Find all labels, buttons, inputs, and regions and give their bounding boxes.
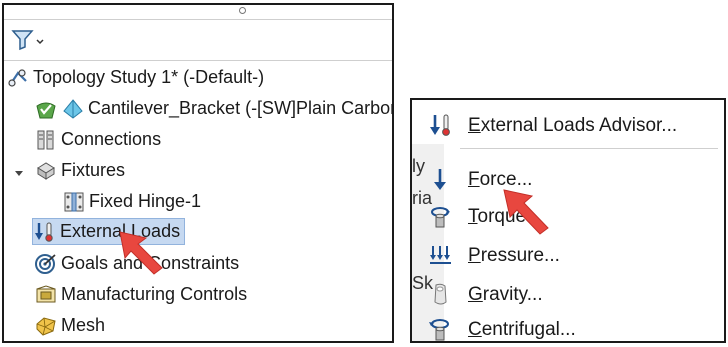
- menu-item-label: Pressure...: [468, 245, 560, 266]
- menu-item-label: Gravity...: [468, 284, 543, 305]
- menu-item-label: Force...: [468, 169, 533, 190]
- tree-item-connections[interactable]: Connections: [34, 126, 161, 153]
- menu-item-label: Torque...: [468, 206, 542, 227]
- external-loads-context-menu: ly ria Sk External Loads Advisor... Forc…: [410, 98, 726, 343]
- tree-item-label: Fixed Hinge-1: [89, 191, 202, 211]
- pressure-icon: [428, 243, 454, 269]
- chevron-down-icon[interactable]: [14, 165, 24, 176]
- tree-item-label: Fixtures: [61, 160, 126, 180]
- gravity-icon: [428, 282, 454, 308]
- tree-item-label: Goals and Constraints: [61, 253, 240, 273]
- menu-separator: [460, 148, 718, 149]
- mesh-icon: [34, 315, 58, 337]
- connections-icon: [34, 129, 58, 151]
- menu-item-centrifugal[interactable]: Centrifugal...: [428, 316, 576, 341]
- external-loads-icon: [33, 221, 57, 243]
- tree-item-label: Cantilever_Bracket (-[SW]Plain Carbon St…: [88, 98, 392, 118]
- force-icon: [428, 167, 454, 193]
- tree-item-label: Topology Study 1* (-Default-): [33, 67, 265, 87]
- funnel-icon[interactable]: [10, 28, 44, 52]
- torque-icon: [428, 204, 454, 230]
- tree-item-external-loads[interactable]: External Loads: [32, 218, 186, 245]
- tree-item-label: Mesh: [61, 315, 106, 335]
- menu-item-gravity[interactable]: Gravity...: [428, 281, 543, 309]
- filter-toolbar: [4, 19, 392, 61]
- simulation-tree-panel: Topology Study 1* (-Default-) Cantilever…: [2, 3, 394, 343]
- tree-item-mesh[interactable]: Mesh: [34, 312, 105, 339]
- tree-item-fixed-hinge[interactable]: Fixed Hinge-1: [62, 188, 201, 215]
- centrifugal-icon: [428, 317, 454, 341]
- fixtures-icon: [34, 160, 58, 182]
- menu-item-torque[interactable]: Torque...: [428, 203, 542, 231]
- tree-item-label: External Loads: [60, 221, 181, 241]
- menu-item-external-loads-advisor[interactable]: External Loads Advisor...: [428, 112, 677, 140]
- menu-item-force[interactable]: Force...: [428, 166, 532, 194]
- study-icon: [6, 67, 30, 89]
- tree-item-manufacturing[interactable]: Manufacturing Controls: [34, 281, 247, 308]
- menu-item-pressure[interactable]: Pressure...: [428, 242, 560, 270]
- background-text-fragment: ly: [412, 156, 425, 176]
- tree-item-goals[interactable]: Goals and Constraints: [34, 250, 239, 277]
- tree-item-label: Connections: [61, 129, 162, 149]
- manufacturing-icon: [34, 284, 58, 306]
- menu-item-label: Centrifugal...: [468, 319, 576, 340]
- advisor-icon: [428, 113, 454, 139]
- hinge-icon: [62, 191, 86, 213]
- tree-item-part[interactable]: Cantilever_Bracket (-[SW]Plain Carbon St…: [34, 95, 392, 122]
- panel-header-strip: [4, 5, 392, 19]
- panel-pin-icon[interactable]: [239, 7, 246, 14]
- goals-icon: [34, 253, 58, 275]
- tree-item-topology-study[interactable]: Topology Study 1* (-Default-): [6, 64, 264, 91]
- part-icon: [61, 98, 85, 120]
- tree-item-label: Manufacturing Controls: [61, 284, 248, 304]
- menu-item-label: External Loads Advisor...: [468, 115, 678, 136]
- tree-item-fixtures[interactable]: Fixtures: [34, 157, 125, 184]
- status-check-icon: [34, 98, 58, 120]
